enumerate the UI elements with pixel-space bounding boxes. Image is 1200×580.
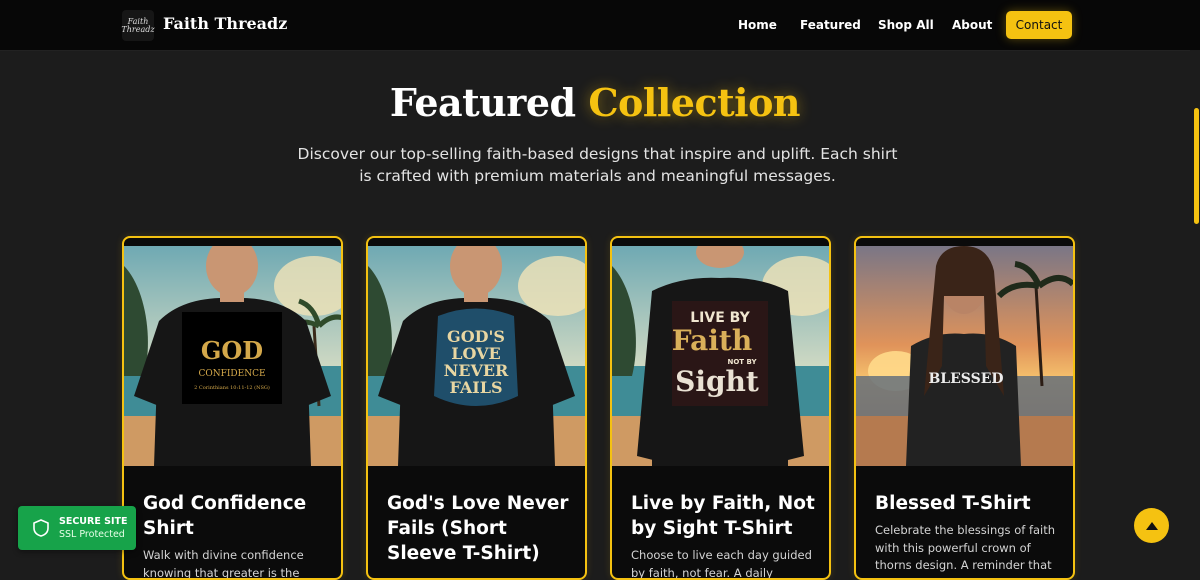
secure-badge-subtitle: SSL Protected [59,528,125,540]
scrollbar-thumb[interactable] [1194,108,1199,224]
product-description: Celebrate the blessings of faith with th… [875,523,1056,578]
shirt-print-text: BLESSED [928,371,1003,387]
nav-shop-all[interactable]: Shop All [878,18,934,32]
nav-featured[interactable]: Featured [800,18,861,32]
shield-icon [33,519,49,537]
product-title[interactable]: Blessed T-Shirt [875,491,1060,516]
section-title: Featured Collection [0,80,1190,125]
logo[interactable]: Faith Threadz [121,10,155,41]
product-card-live-by-faith[interactable]: LIVE BY Faith NOT BY Sight Live by Faith… [610,236,831,580]
product-card-gods-love[interactable]: GOD'S LOVE NEVER FAILS God's Love Never … [366,236,587,580]
section-title-accent: Collection [588,80,801,125]
product-description: Walk with divine confidence knowing that… [143,548,304,580]
product-image[interactable]: GOD'S LOVE NEVER FAILS [368,246,585,466]
shirt-print-text: CONFIDENCE [198,369,265,379]
product-image[interactable]: GOD CONFIDENCE 2 Corinthians 10:11-12 (N… [124,246,341,466]
brand-name[interactable]: Faith Threadz [163,14,287,33]
nav-about[interactable]: About [952,18,992,32]
section-subtitle: Discover our top-selling faith-based des… [297,145,898,185]
chevron-up-icon [1145,521,1158,530]
product-image[interactable]: BLESSED [856,246,1073,466]
product-card-god-confidence[interactable]: GOD CONFIDENCE 2 Corinthians 10:11-12 (N… [122,236,343,580]
shirt-print-text: 2 Corinthians 10:11-12 (NSG) [194,384,270,391]
shirt-print-text: FAILS [449,378,502,397]
contact-button[interactable]: Contact [1006,11,1072,39]
shirt-print-text: GOD [201,336,263,365]
product-title[interactable]: God Confidence Shirt [143,491,328,541]
nav-home[interactable]: Home [738,18,777,32]
product-title[interactable]: God's Love Never Fails (Short Sleeve T-S… [387,491,572,566]
product-card-blessed[interactable]: BLESSED Blessed T-Shirt Celebrate the bl… [854,236,1075,580]
logo-mark: Faith Threadz [121,16,155,34]
site-header: Faith Threadz Faith Threadz Home Feature… [0,0,1200,51]
product-description: Choose to live each day guided by faith,… [631,548,812,580]
product-title[interactable]: Live by Faith, Not by Sight T-Shirt [631,491,816,541]
product-image[interactable]: LIVE BY Faith NOT BY Sight [612,246,829,466]
shirt-print-text: Sight [675,365,759,398]
back-to-top-button[interactable] [1134,508,1169,543]
section-title-main: Featured [389,80,576,125]
secure-site-badge: SECURE SITE SSL Protected [18,506,136,550]
shirt-print-text: Faith [672,324,752,357]
secure-badge-title: SECURE SITE [59,515,128,527]
